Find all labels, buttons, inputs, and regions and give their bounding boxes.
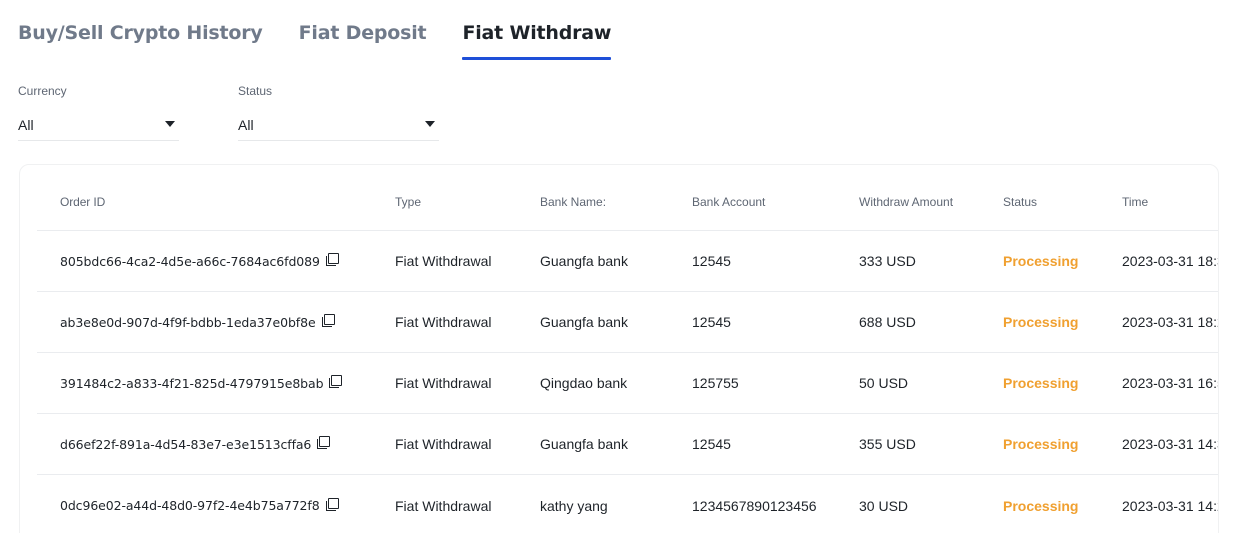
- column-header-order-id: Order ID: [60, 194, 106, 209]
- withdraw-history-table: Order ID Type Bank Name: Bank Account Wi…: [19, 164, 1219, 533]
- column-header-time: Time: [1122, 194, 1149, 209]
- currency-select[interactable]: All: [18, 108, 179, 141]
- caret-down-icon: [165, 121, 175, 127]
- tab-buy-sell-crypto-history[interactable]: Buy/Sell Crypto History: [18, 14, 263, 60]
- copy-icon[interactable]: [317, 436, 331, 449]
- order-id-text: d66ef22f-891a-4d54-83e7-e3e1513cffa6: [60, 436, 312, 452]
- withdraw-amount-cell: 688 USD: [859, 314, 916, 330]
- history-tabs: Buy/Sell Crypto History Fiat Deposit Fia…: [18, 14, 611, 60]
- status-select-value: All: [238, 117, 254, 133]
- type-cell: Fiat Withdrawal: [395, 436, 492, 452]
- table-row: 0dc96e02-a44d-48d0-97f2-4e4b75a772f8 Fia…: [37, 475, 1219, 533]
- status-badge: Processing: [1003, 375, 1079, 391]
- type-cell: Fiat Withdrawal: [395, 497, 492, 514]
- time-cell: 2023-03-31 14:3: [1122, 436, 1219, 452]
- currency-select-value: All: [18, 117, 34, 133]
- order-id-text: 805bdc66-4ca2-4d5e-a66c-7684ac6fd089: [60, 253, 320, 269]
- order-id-cell: 805bdc66-4ca2-4d5e-a66c-7684ac6fd089: [60, 231, 339, 291]
- table-row: 805bdc66-4ca2-4d5e-a66c-7684ac6fd089 Fia…: [37, 231, 1219, 292]
- bank-account-cell: 125755: [692, 375, 739, 391]
- table-row: d66ef22f-891a-4d54-83e7-e3e1513cffa6 Fia…: [37, 414, 1219, 475]
- status-badge: Processing: [1003, 314, 1079, 330]
- status-filter: Status All: [238, 84, 439, 141]
- type-cell: Fiat Withdrawal: [395, 314, 492, 330]
- column-header-bank-account: Bank Account: [692, 194, 766, 209]
- bank-name-cell: Guangfa bank: [540, 314, 628, 330]
- tab-fiat-withdraw[interactable]: Fiat Withdraw: [462, 14, 611, 60]
- withdraw-amount-cell: 30 USD: [859, 497, 909, 514]
- bank-name-cell: Guangfa bank: [540, 253, 628, 269]
- order-id-text: 391484c2-a833-4f21-825d-4797915e8bab: [60, 375, 324, 391]
- column-header-withdraw-amount: Withdraw Amount: [859, 194, 954, 209]
- order-id-cell: ab3e8e0d-907d-4f9f-bdbb-1eda37e0bf8e: [60, 292, 335, 352]
- copy-icon[interactable]: [325, 497, 339, 511]
- copy-icon[interactable]: [321, 314, 335, 327]
- order-id-cell: 391484c2-a833-4f21-825d-4797915e8bab: [60, 353, 343, 413]
- type-cell: Fiat Withdrawal: [395, 375, 492, 391]
- time-cell: 2023-03-31 14:2: [1122, 497, 1219, 514]
- status-badge: Processing: [1003, 497, 1079, 514]
- copy-icon[interactable]: [325, 253, 339, 266]
- bank-account-cell: 12545: [692, 436, 731, 452]
- status-select[interactable]: All: [238, 108, 439, 141]
- column-header-bank-name: Bank Name:: [540, 194, 607, 209]
- withdraw-amount-cell: 333 USD: [859, 253, 916, 269]
- type-cell: Fiat Withdrawal: [395, 253, 492, 269]
- bank-name-cell: Guangfa bank: [540, 436, 628, 452]
- time-cell: 2023-03-31 16:5: [1122, 375, 1219, 391]
- table-row: ab3e8e0d-907d-4f9f-bdbb-1eda37e0bf8e Fia…: [37, 292, 1219, 353]
- copy-icon[interactable]: [329, 375, 343, 388]
- bank-name-cell: kathy yang: [540, 497, 608, 514]
- time-cell: 2023-03-31 18:2: [1122, 314, 1219, 330]
- column-header-type: Type: [395, 194, 422, 209]
- order-id-cell: d66ef22f-891a-4d54-83e7-e3e1513cffa6: [60, 414, 331, 474]
- currency-filter: Currency All: [18, 84, 179, 141]
- table-header-row: Order ID Type Bank Name: Bank Account Wi…: [37, 165, 1218, 231]
- withdraw-amount-cell: 355 USD: [859, 436, 916, 452]
- status-filter-label: Status: [238, 84, 273, 98]
- tab-fiat-deposit[interactable]: Fiat Deposit: [299, 14, 427, 60]
- order-id-cell: 0dc96e02-a44d-48d0-97f2-4e4b75a772f8: [60, 475, 339, 533]
- time-cell: 2023-03-31 18:3: [1122, 253, 1219, 269]
- bank-account-cell: 12545: [692, 314, 731, 330]
- table-row: 391484c2-a833-4f21-825d-4797915e8bab Fia…: [37, 353, 1219, 414]
- status-badge: Processing: [1003, 253, 1079, 269]
- order-id-text: ab3e8e0d-907d-4f9f-bdbb-1eda37e0bf8e: [60, 314, 316, 330]
- caret-down-icon: [425, 121, 435, 127]
- column-header-status: Status: [1003, 194, 1038, 209]
- order-id-text: 0dc96e02-a44d-48d0-97f2-4e4b75a772f8: [60, 498, 320, 513]
- status-badge: Processing: [1003, 436, 1079, 452]
- bank-account-cell: 12545: [692, 253, 731, 269]
- bank-account-cell: 1234567890123456: [692, 497, 817, 514]
- currency-filter-label: Currency: [18, 84, 67, 98]
- bank-name-cell: Qingdao bank: [540, 375, 628, 391]
- withdraw-amount-cell: 50 USD: [859, 375, 909, 391]
